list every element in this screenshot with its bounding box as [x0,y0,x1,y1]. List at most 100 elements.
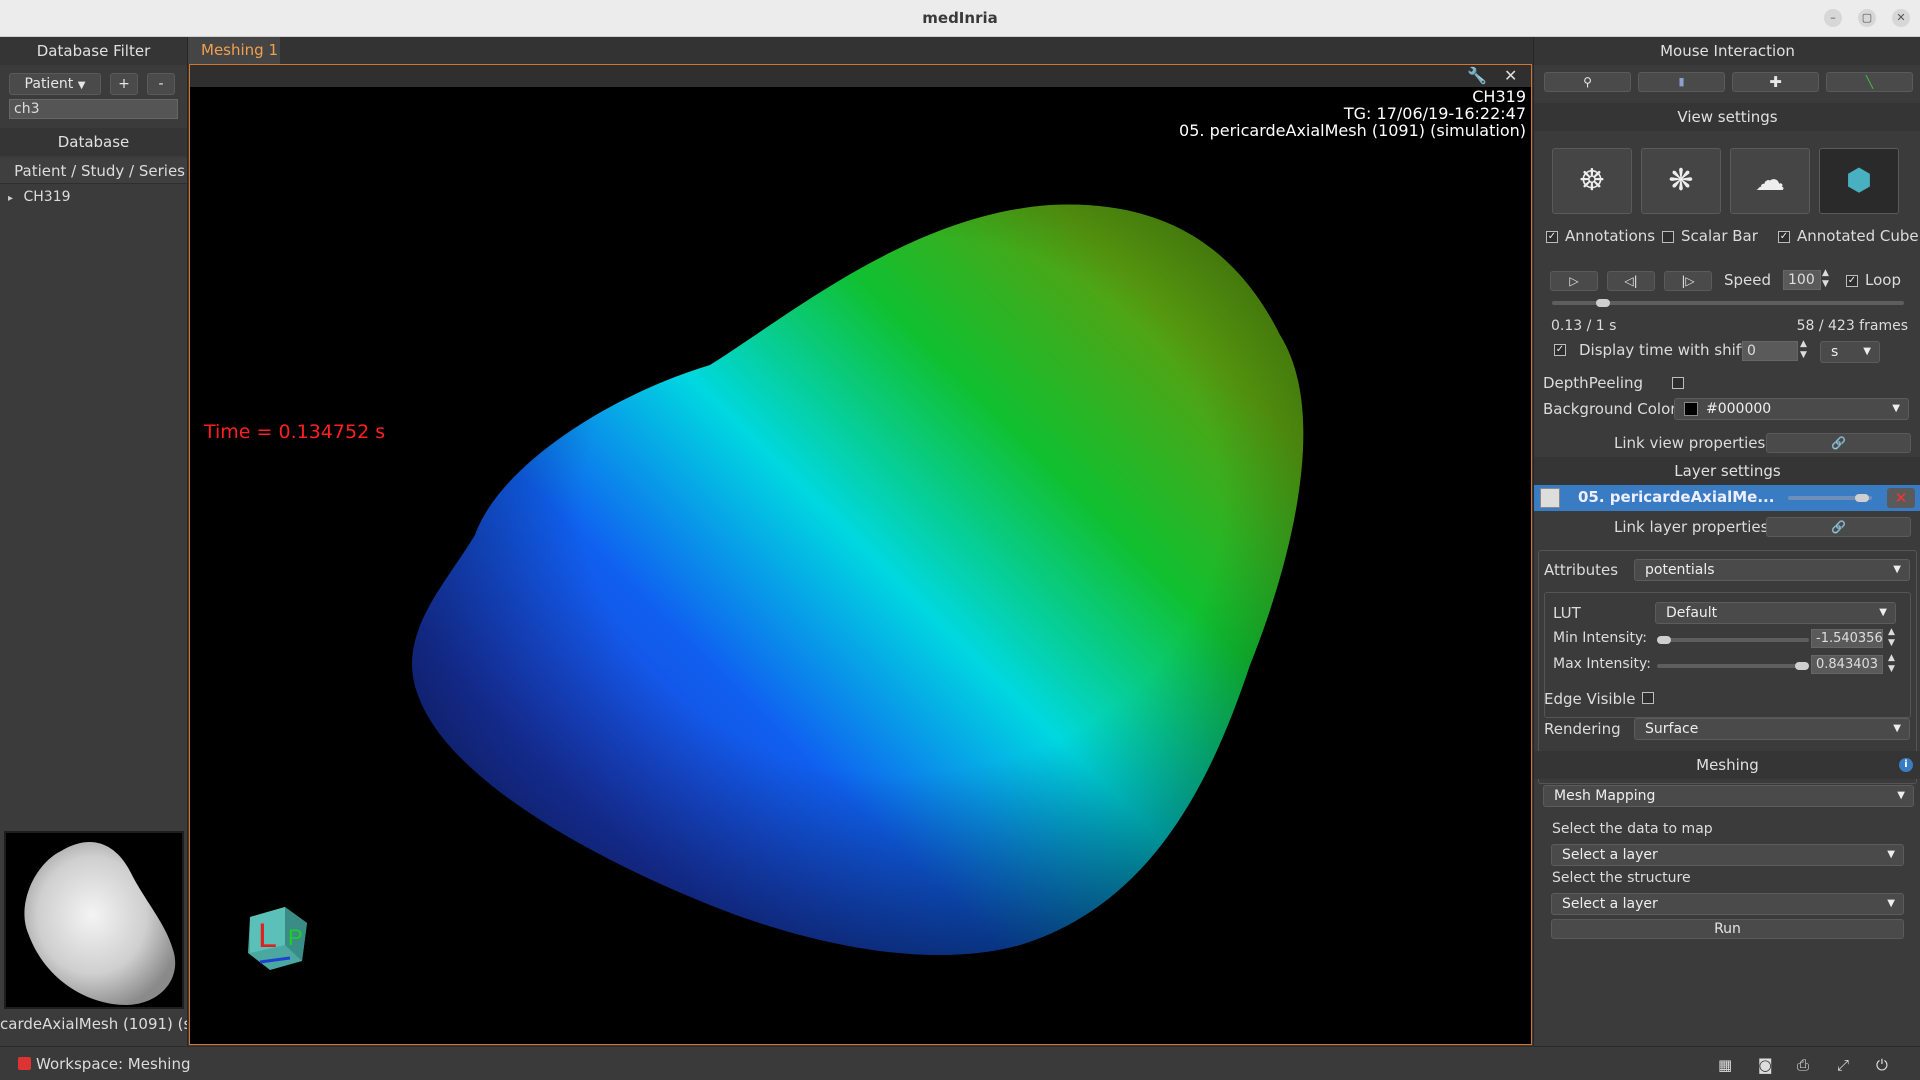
fullscreen-icon[interactable]: ⤢ [1837,1056,1849,1074]
3d-view-icon: ⬢ [1845,163,1873,198]
time-shift-spinner-icon[interactable]: ▲ ▼ [1800,339,1807,361]
annotated-cube-checkbox[interactable]: ✓ [1778,231,1790,243]
chevron-down-icon: ▼ [1887,849,1895,860]
link-icon: 🔗 [1831,520,1846,534]
measure-tool-button[interactable]: ╲ [1826,72,1913,92]
remove-layer-icon[interactable]: ✕ [1887,488,1915,508]
background-color-label: Background Color [1543,400,1677,418]
link-layer-button[interactable]: 🔗 [1766,517,1911,537]
patient-filter-combo[interactable]: Patient ▼ [9,73,101,95]
layer-opacity-slider[interactable] [1788,494,1872,502]
rendering-combo[interactable]: Surface ▼ [1634,718,1910,740]
edge-visible-label: Edge Visible [1544,690,1636,708]
close-window-button[interactable]: ✕ [1892,9,1910,27]
mesh-3d-render: L P [248,204,1304,970]
expand-arrow-icon[interactable]: ▸ [8,193,13,204]
cube-side-letter: P [288,925,303,950]
frames-readout: 58 / 423 frames [1796,318,1908,334]
background-color-value: #000000 [1706,401,1772,417]
zoom-tool-button[interactable]: ⚲ [1544,72,1631,92]
time-slider[interactable] [1552,299,1904,307]
edge-visible-checkbox[interactable] [1642,692,1654,704]
run-button[interactable]: Run [1551,919,1904,939]
screenshot-icon[interactable]: ⎙ [1797,1056,1809,1074]
min-intensity-input[interactable]: -1.540356 [1811,629,1883,648]
speed-spinner-icon[interactable]: ▲ ▼ [1822,268,1829,290]
tab-meshing-1[interactable]: Meshing 1 [188,37,280,64]
patient-filter-label: Patient [24,76,74,92]
tree-column-header[interactable]: Patient / Study / Series [0,158,187,184]
select-data-combo[interactable]: Select a layer ▼ [1551,844,1904,866]
meshing-mode-combo[interactable]: Mesh Mapping ▼ [1543,785,1914,807]
time-slider-handle[interactable] [1596,299,1610,307]
sagittal-view-button[interactable]: ☁ [1730,148,1810,214]
pan-icon: ✚ [1769,73,1782,91]
min-intensity-spinner-icon[interactable]: ▲ ▼ [1888,627,1895,649]
link-view-button[interactable]: 🔗 [1766,433,1911,453]
database-panel: Database Filter Patient ▼ + - ch3 Databa… [0,37,188,1046]
min-intensity-handle[interactable] [1657,636,1671,644]
select-structure-value: Select a layer [1562,896,1658,912]
scalar-bar-checkbox[interactable] [1662,231,1674,243]
pan-tool-button[interactable]: ✚ [1732,72,1819,92]
series-thumbnail[interactable] [4,831,184,1009]
lut-combo[interactable]: Default ▼ [1655,602,1896,624]
annotations-checkbox[interactable]: ✓ [1546,231,1558,243]
remove-filter-button[interactable]: - [147,73,175,95]
max-intensity-input[interactable]: 0.843403 [1811,655,1883,674]
play-button[interactable]: ▷ [1550,271,1598,291]
link-layer-label: Link layer properties: [1614,518,1774,536]
max-intensity-handle[interactable] [1795,662,1809,670]
layer-row[interactable]: 05. pericardeAxialMe... ✕ [1534,485,1920,511]
time-readout: 0.13 / 1 s [1551,318,1617,334]
time-shift-input[interactable]: 0 [1742,341,1798,361]
tree-item-label: CH319 [23,189,71,205]
time-unit-combo[interactable]: s ▼ [1820,341,1880,363]
play-icon: ▷ [1569,274,1579,288]
attributes-combo[interactable]: potentials ▼ [1634,559,1910,581]
minimize-button[interactable]: – [1824,9,1842,27]
grid-icon[interactable]: ▦ [1718,1056,1732,1074]
lut-label: LUT [1553,604,1581,622]
select-structure-combo[interactable]: Select a layer ▼ [1551,893,1904,915]
max-intensity-slider[interactable] [1657,662,1809,670]
chevron-down-icon: ▼ [1893,564,1901,575]
camera-icon[interactable]: ◙ [1758,1056,1773,1074]
3d-view-button[interactable]: ⬢ [1819,148,1899,214]
rendering-label: Rendering [1544,720,1621,738]
chevron-down-icon: ▼ [1892,403,1900,414]
speed-input[interactable]: 100 [1783,270,1821,290]
render-view[interactable]: 🔧 ✕ CH319 TG: 17/06/19-16:22:47 05. peri… [189,64,1532,1045]
min-intensity-label: Min Intensity: [1553,630,1647,646]
display-time-shift-checkbox[interactable]: ✓ [1554,344,1566,356]
search-input[interactable]: ch3 [9,99,178,119]
min-intensity-slider[interactable] [1657,636,1809,644]
view-settings-header: View settings [1534,103,1920,131]
thumbnail-caption: cardeAxialMesh (1091) (sim [0,1015,187,1033]
next-frame-button[interactable]: |▷ [1664,271,1712,291]
previous-frame-button[interactable]: ◁| [1607,271,1655,291]
next-frame-icon: |▷ [1681,274,1695,288]
database-filter-header: Database Filter [0,37,187,65]
chevron-down-icon: ▼ [77,80,86,91]
depth-peeling-checkbox[interactable] [1672,377,1684,389]
depth-peeling-label: DepthPeeling [1543,374,1644,392]
windowing-tool-button[interactable]: ▮ [1638,72,1725,92]
view-area: Meshing 1 🔧 ✕ CH319 TG: 17/06/19-16:22:4… [188,37,1533,1046]
tree-item-ch319[interactable]: ▸ CH319 [8,185,71,209]
chevron-down-icon: ▼ [1879,607,1887,618]
select-structure-label: Select the structure [1552,870,1691,886]
add-filter-button[interactable]: + [110,73,138,95]
info-icon[interactable]: i [1899,758,1913,772]
workspace-label[interactable]: Workspace: Meshing [36,1055,191,1073]
axial-view-button[interactable]: ☸ [1552,148,1632,214]
status-bar: Workspace: Meshing ▦ ◙ ⎙ ⤢ ⏻ [0,1046,1920,1080]
coronal-view-button[interactable]: ❋ [1641,148,1721,214]
loop-checkbox[interactable]: ✓ [1846,275,1858,287]
maximize-button[interactable]: ▢ [1858,9,1876,27]
max-intensity-spinner-icon[interactable]: ▲ ▼ [1888,653,1895,675]
background-color-combo[interactable]: #000000 ▼ [1674,398,1909,420]
power-icon[interactable]: ⏻ [1876,1056,1888,1074]
layer-opacity-handle[interactable] [1855,494,1869,502]
cube-front-letter: L [258,917,277,955]
